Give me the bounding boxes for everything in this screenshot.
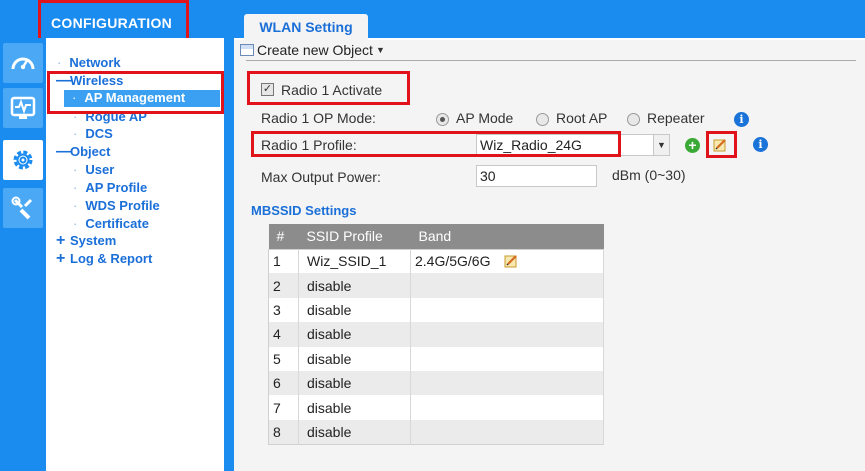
chevron-down-icon[interactable]: ▼ <box>653 135 669 155</box>
maintenance-wrench-icon[interactable] <box>3 188 43 228</box>
row-number: 7 <box>268 395 299 420</box>
nav-item-certificate[interactable]: · Certificate <box>73 216 149 232</box>
nav-item-dcs[interactable]: · DCS <box>73 126 113 142</box>
dropdown-arrow-icon: ▼ <box>375 45 385 55</box>
band-cell: 2.4G/5G/6G <box>410 249 604 274</box>
table-row[interactable]: 6 disable <box>268 370 604 396</box>
op-mode-radio-root-ap[interactable] <box>536 113 549 126</box>
table-row[interactable]: 8 disable <box>268 419 604 445</box>
create-new-object-button[interactable]: Create new Object ▼ <box>240 42 385 58</box>
power-unit-label: dBm (0~30) <box>612 167 686 183</box>
ssid-profile-cell: disable <box>298 370 411 396</box>
op-mode-label: Radio 1 OP Mode: <box>261 110 376 126</box>
power-label: Max Output Power: <box>261 169 381 185</box>
column-header-band: Band <box>410 224 604 249</box>
icon-rail <box>0 38 46 471</box>
op-mode-radio-repeater[interactable] <box>627 113 640 126</box>
table-row[interactable]: 1 Wiz_SSID_1 2.4G/5G/6G <box>268 249 604 274</box>
mbssid-settings-title: MBSSID Settings <box>251 203 357 218</box>
table-header-row: # SSID Profile Band <box>268 224 604 249</box>
nav-item-system[interactable]: + System <box>56 233 116 249</box>
table-row[interactable]: 3 disable <box>268 297 604 323</box>
band-value: 2.4G/5G/6G <box>415 253 491 270</box>
op-mode-option-label: Repeater <box>647 110 705 126</box>
ssid-profile-cell: Wiz_SSID_1 <box>298 249 411 274</box>
column-header-number: # <box>268 224 299 249</box>
highlight-box-wireless <box>47 71 224 114</box>
op-mode-option-label: AP Mode <box>456 110 514 126</box>
highlight-box-radio-activate <box>247 71 410 105</box>
ssid-profile-cell: disable <box>298 395 411 420</box>
row-number: 4 <box>268 322 299 347</box>
band-cell <box>410 419 604 445</box>
band-cell <box>410 322 604 347</box>
dashboard-gauge-icon[interactable] <box>3 43 43 83</box>
gear-icon[interactable] <box>3 140 43 180</box>
nav-item-ap-profile[interactable]: · AP Profile <box>73 180 147 196</box>
op-mode-radio-ap-mode[interactable] <box>436 113 449 126</box>
section-divider <box>246 60 856 61</box>
nav-divider <box>224 38 234 471</box>
expand-icon[interactable]: + <box>56 251 70 267</box>
ssid-profile-cell: disable <box>298 297 411 323</box>
table-row[interactable]: 7 disable <box>268 395 604 420</box>
edit-icon[interactable] <box>504 254 518 268</box>
highlight-box-configuration <box>38 0 189 42</box>
table-icon <box>240 44 254 56</box>
ssid-profile-cell: disable <box>298 419 411 445</box>
highlight-box-profile <box>251 131 621 157</box>
row-number: 3 <box>268 297 299 323</box>
band-cell <box>410 297 604 323</box>
row-number: 6 <box>268 370 299 396</box>
nav-item-network[interactable]: · Network <box>57 55 121 71</box>
info-icon[interactable]: i <box>753 137 768 152</box>
add-profile-button[interactable]: + <box>685 138 700 153</box>
max-output-power-input[interactable]: 30 <box>476 165 597 187</box>
band-cell <box>410 370 604 396</box>
column-header-ssid-profile: SSID Profile <box>298 224 411 249</box>
nav-item-object[interactable]: —Object <box>56 144 110 160</box>
expand-icon[interactable]: + <box>56 233 70 249</box>
table-row[interactable]: 2 disable <box>268 273 604 298</box>
ssid-profile-cell: disable <box>298 322 411 347</box>
nav-item-user[interactable]: · User <box>73 162 114 178</box>
band-cell <box>410 395 604 420</box>
row-number: 5 <box>268 346 299 371</box>
info-icon[interactable]: i <box>734 112 749 127</box>
highlight-box-edit <box>706 131 737 158</box>
table-row[interactable]: 5 disable <box>268 346 604 371</box>
monitor-pulse-icon[interactable] <box>3 88 43 128</box>
band-cell <box>410 273 604 298</box>
nav-item-wds-profile[interactable]: · WDS Profile <box>73 198 160 214</box>
table-row[interactable]: 4 disable <box>268 322 604 347</box>
band-cell <box>410 346 604 371</box>
row-number: 1 <box>268 249 299 274</box>
ssid-profile-cell: disable <box>298 346 411 371</box>
tab-wlan-setting[interactable]: WLAN Setting <box>244 14 368 40</box>
ssid-profile-cell: disable <box>298 273 411 298</box>
row-number: 8 <box>268 419 299 445</box>
op-mode-option-label: Root AP <box>556 110 608 126</box>
mbssid-table: # SSID Profile Band 1 Wiz_SSID_1 2.4G/5G/6… <box>268 224 604 445</box>
collapse-icon[interactable]: — <box>56 144 72 160</box>
row-number: 2 <box>268 273 299 298</box>
nav-item-log-report[interactable]: + Log & Report <box>56 251 152 267</box>
